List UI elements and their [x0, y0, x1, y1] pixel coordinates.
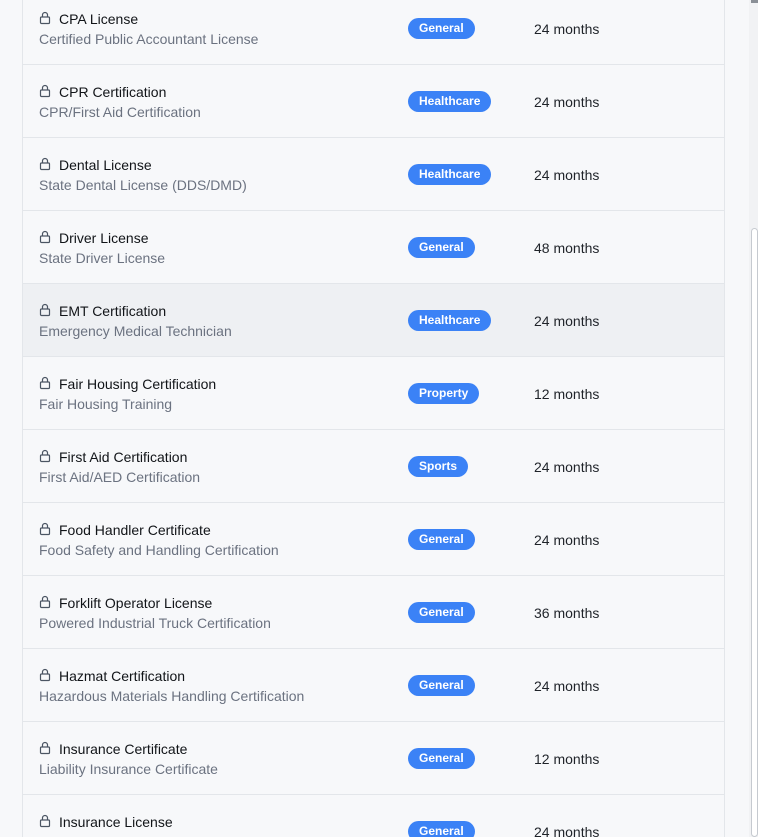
list-item[interactable]: First Aid Certification First Aid/AED Ce… [23, 430, 724, 503]
license-description: Food Safety and Handling Certification [39, 542, 279, 558]
license-description: State Driver License [39, 250, 166, 266]
license-description: Hazardous Materials Handling Certificati… [39, 688, 305, 704]
list-item[interactable]: Driver License State Driver License Gene… [23, 211, 724, 284]
renewal-period: 12 months [534, 751, 600, 767]
license-name: CPA License [59, 11, 139, 27]
category-badge: Property [408, 383, 480, 404]
list-item[interactable]: CPR Certification CPR/First Aid Certific… [23, 65, 724, 138]
license-description: Certified Public Accountant License [39, 31, 259, 47]
license-name: First Aid Certification [59, 449, 188, 465]
license-types-viewport: CPA License Certified Public Accountant … [0, 0, 758, 837]
license-name: Driver License [59, 230, 149, 246]
license-name: Food Handler Certificate [59, 522, 211, 538]
lock-icon [39, 376, 51, 390]
renewal-period: 24 months [534, 94, 600, 110]
renewal-period: 24 months [534, 21, 600, 37]
lock-icon [39, 11, 51, 25]
license-description: Emergency Medical Technician [39, 323, 232, 339]
list-item[interactable]: EMT Certification Emergency Medical Tech… [23, 284, 724, 357]
license-name: Dental License [59, 157, 152, 173]
renewal-period: 36 months [534, 605, 600, 621]
lock-icon [39, 303, 51, 317]
license-name: Hazmat Certification [59, 668, 186, 684]
scroll-up-arrow[interactable] [751, 0, 758, 3]
license-description: First Aid/AED Certification [39, 469, 201, 485]
lock-icon [39, 668, 51, 682]
category-badge: General [408, 529, 475, 550]
renewal-period: 24 months [534, 313, 600, 329]
lock-icon [39, 449, 51, 463]
list-item[interactable]: Forklift Operator License Powered Indust… [23, 576, 724, 649]
lock-icon [39, 595, 51, 609]
category-badge: General [408, 821, 475, 837]
category-badge: Healthcare [408, 91, 492, 112]
license-description: Liability Insurance Certificate [39, 761, 218, 777]
license-description: Powered Industrial Truck Certification [39, 615, 271, 631]
list-item[interactable]: CPA License Certified Public Accountant … [23, 0, 724, 65]
category-badge: General [408, 18, 475, 39]
category-badge: General [408, 602, 475, 623]
category-badge: General [408, 237, 475, 258]
license-name: Insurance License [59, 814, 173, 830]
list-item[interactable]: Food Handler Certificate Food Safety and… [23, 503, 724, 576]
lock-icon [39, 157, 51, 171]
license-type-list: CPA License Certified Public Accountant … [22, 0, 725, 837]
category-badge: Healthcare [408, 310, 492, 331]
renewal-period: 12 months [534, 386, 600, 402]
category-badge: General [408, 675, 475, 696]
license-description: Fair Housing Training [39, 396, 173, 412]
renewal-period: 24 months [534, 459, 600, 475]
renewal-period: 24 months [534, 678, 600, 694]
license-name: Fair Housing Certification [59, 376, 217, 392]
list-item[interactable]: Insurance Certificate Liability Insuranc… [23, 722, 724, 795]
category-badge: Sports [408, 456, 469, 477]
category-badge: Healthcare [408, 164, 492, 185]
category-badge: General [408, 748, 475, 769]
lock-icon [39, 741, 51, 755]
lock-icon [39, 814, 51, 828]
renewal-period: 24 months [534, 532, 600, 548]
license-name: CPR Certification [59, 84, 167, 100]
license-description: State Dental License (DDS/DMD) [39, 177, 247, 193]
renewal-period: 48 months [534, 240, 600, 256]
scrollbar-thumb[interactable] [751, 228, 758, 837]
lock-icon [39, 230, 51, 244]
lock-icon [39, 522, 51, 536]
license-description: CPR/First Aid Certification [39, 104, 201, 120]
license-name: Insurance Certificate [59, 741, 188, 757]
list-item[interactable]: Fair Housing Certification Fair Housing … [23, 357, 724, 430]
list-item[interactable]: Insurance License General 24 months [23, 795, 724, 837]
license-name: EMT Certification [59, 303, 167, 319]
list-item[interactable]: Hazmat Certification Hazardous Materials… [23, 649, 724, 722]
lock-icon [39, 84, 51, 98]
license-name: Forklift Operator License [59, 595, 213, 611]
renewal-period: 24 months [534, 824, 600, 837]
list-item[interactable]: Dental License State Dental License (DDS… [23, 138, 724, 211]
renewal-period: 24 months [534, 167, 600, 183]
